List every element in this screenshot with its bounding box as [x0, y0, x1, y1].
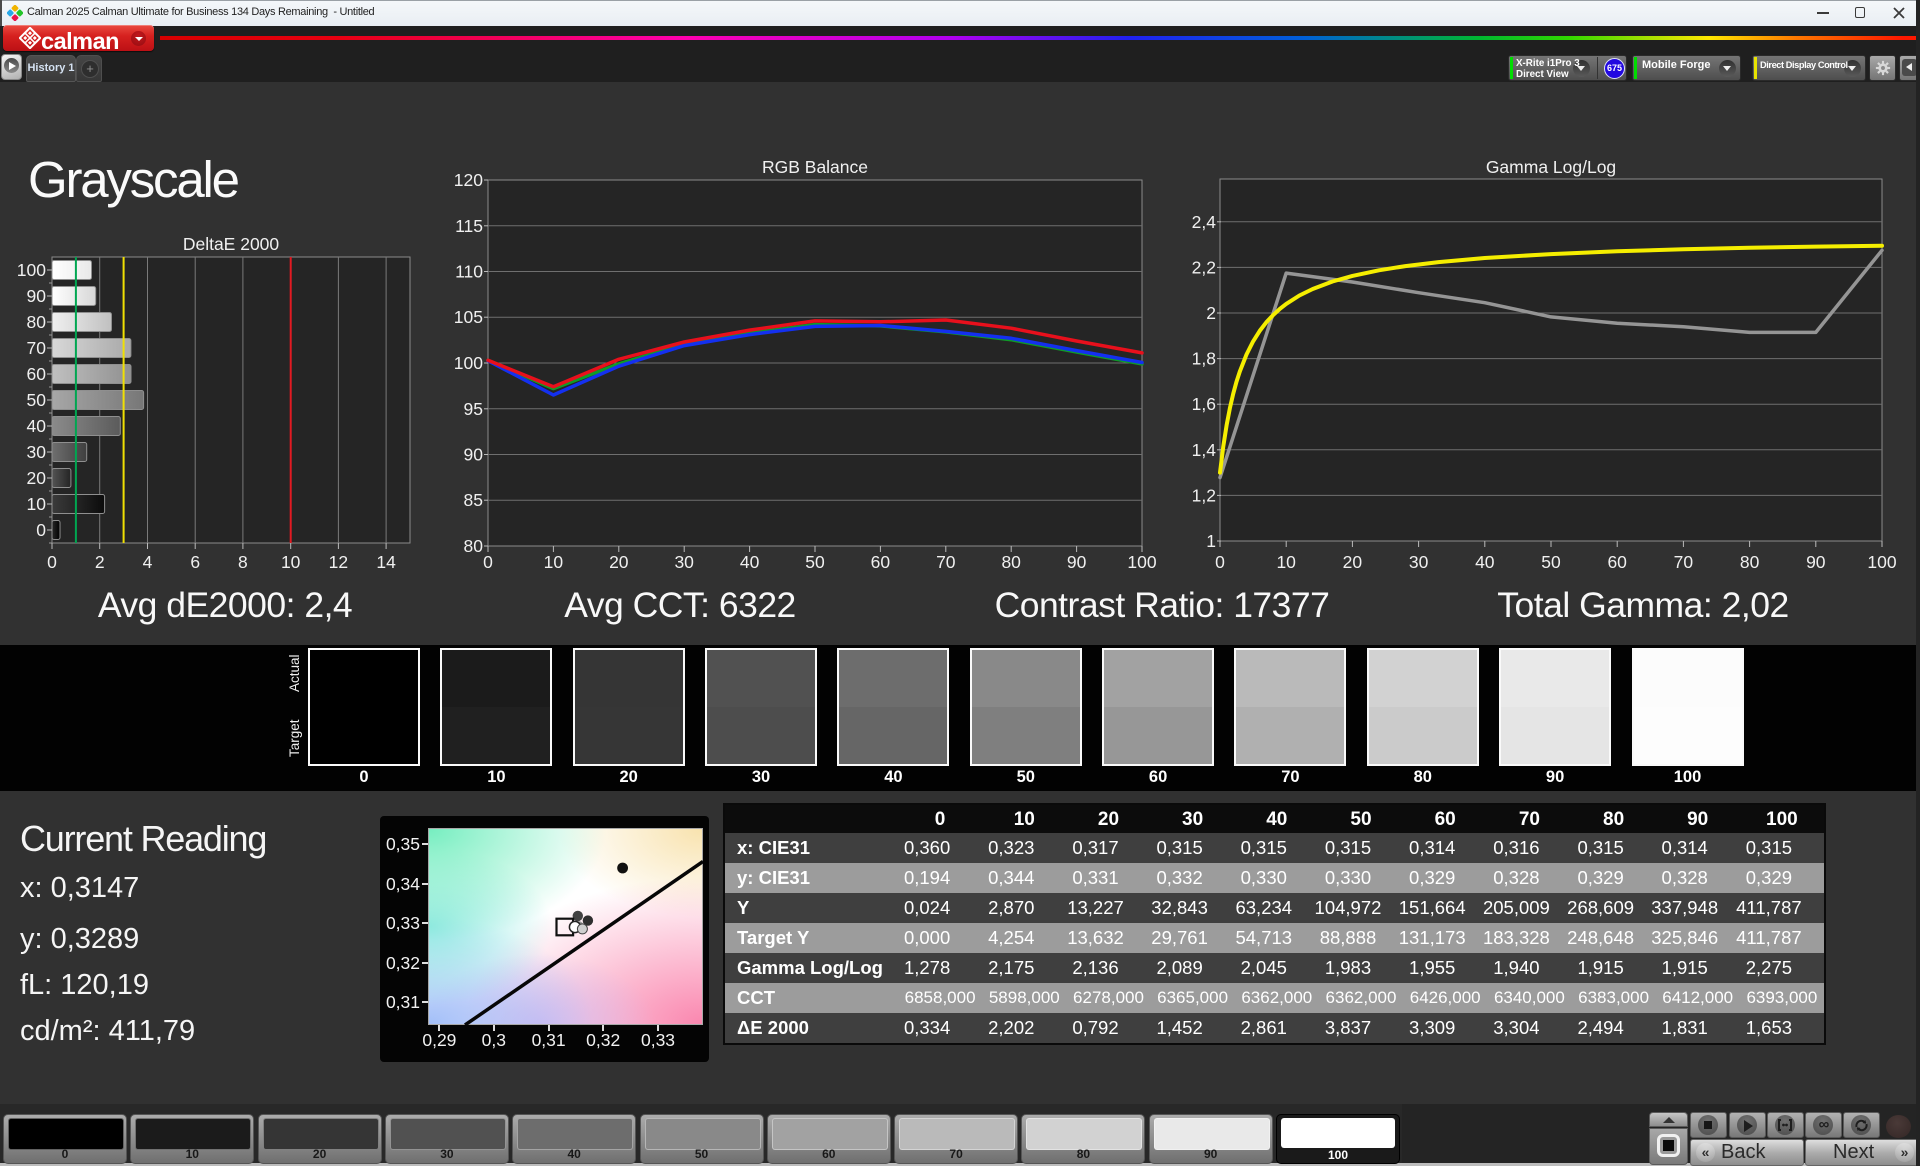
- svg-text:100: 100: [1127, 552, 1156, 572]
- svg-text:10: 10: [27, 494, 47, 514]
- svg-text:0: 0: [36, 520, 46, 540]
- svg-text:80: 80: [27, 312, 47, 332]
- svg-text:6: 6: [190, 552, 200, 572]
- svg-text:40: 40: [1475, 552, 1495, 572]
- svg-text:20: 20: [27, 468, 47, 488]
- svg-text:70: 70: [1674, 552, 1694, 572]
- svg-text:90: 90: [1067, 552, 1087, 572]
- svg-text:80: 80: [1001, 552, 1021, 572]
- svg-text:20: 20: [1343, 552, 1363, 572]
- svg-text:30: 30: [27, 442, 47, 462]
- svg-text:40: 40: [27, 416, 47, 436]
- svg-text:70: 70: [936, 552, 956, 572]
- svg-text:12: 12: [329, 552, 348, 572]
- svg-text:70: 70: [27, 338, 47, 358]
- svg-text:2,4: 2,4: [1192, 212, 1217, 232]
- svg-text:20: 20: [609, 552, 629, 572]
- svg-text:90: 90: [1806, 552, 1826, 572]
- svg-text:0: 0: [47, 552, 57, 572]
- svg-text:RGB Balance: RGB Balance: [762, 157, 868, 177]
- svg-text:105: 105: [454, 307, 483, 327]
- svg-text:90: 90: [464, 445, 484, 465]
- svg-text:2: 2: [1206, 303, 1216, 323]
- svg-text:40: 40: [740, 552, 760, 572]
- svg-text:95: 95: [464, 399, 483, 419]
- svg-text:90: 90: [27, 286, 47, 306]
- svg-text:1,4: 1,4: [1192, 440, 1217, 460]
- svg-text:50: 50: [27, 390, 47, 410]
- svg-text:4: 4: [143, 552, 153, 572]
- svg-text:2: 2: [95, 552, 105, 572]
- svg-text:100: 100: [17, 260, 46, 280]
- svg-text:Gamma Log/Log: Gamma Log/Log: [1486, 157, 1616, 177]
- svg-text:DeltaE 2000: DeltaE 2000: [183, 234, 280, 254]
- svg-text:50: 50: [1541, 552, 1561, 572]
- svg-text:14: 14: [376, 552, 396, 572]
- svg-text:60: 60: [27, 364, 47, 384]
- svg-text:1: 1: [1206, 531, 1216, 551]
- svg-text:1,8: 1,8: [1192, 349, 1216, 369]
- svg-text:80: 80: [464, 536, 484, 556]
- svg-text:10: 10: [1276, 552, 1296, 572]
- svg-text:1,6: 1,6: [1192, 394, 1216, 414]
- svg-text:0: 0: [483, 552, 493, 572]
- svg-text:110: 110: [455, 262, 483, 282]
- svg-text:120: 120: [454, 170, 483, 190]
- svg-text:30: 30: [1409, 552, 1429, 572]
- svg-text:10: 10: [544, 552, 564, 572]
- svg-text:10: 10: [281, 552, 301, 572]
- svg-text:80: 80: [1740, 552, 1760, 572]
- svg-text:100: 100: [1867, 552, 1896, 572]
- svg-text:0: 0: [1215, 552, 1225, 572]
- svg-text:60: 60: [1607, 552, 1627, 572]
- svg-text:50: 50: [805, 552, 825, 572]
- svg-text:8: 8: [238, 552, 248, 572]
- svg-text:115: 115: [455, 216, 483, 236]
- svg-text:85: 85: [464, 490, 483, 510]
- svg-text:100: 100: [454, 353, 483, 373]
- svg-text:60: 60: [871, 552, 891, 572]
- svg-text:30: 30: [674, 552, 694, 572]
- svg-text:1,2: 1,2: [1192, 485, 1216, 505]
- svg-text:2,2: 2,2: [1192, 257, 1216, 277]
